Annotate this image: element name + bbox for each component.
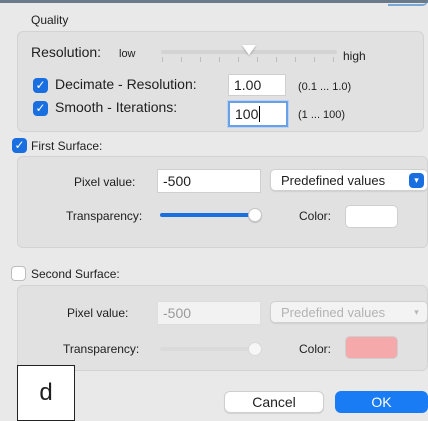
chevron-down-icon: ▾ — [409, 173, 424, 188]
slider-tick — [238, 57, 239, 62]
first-transparency-fill — [160, 213, 256, 217]
smooth-input-value: 100 — [235, 106, 259, 122]
resolution-high-label: high — [343, 49, 366, 63]
slider-tick — [314, 57, 315, 62]
first-surface-label: First Surface: — [31, 139, 103, 153]
first-predefined-label: Predefined values — [281, 172, 386, 188]
cancel-button[interactable]: Cancel — [224, 391, 324, 413]
window-top-edge — [0, 0, 428, 3]
first-transparency-slider[interactable] — [160, 206, 263, 224]
slider-tick — [295, 57, 296, 62]
first-pixel-value-input[interactable]: -500 — [157, 169, 261, 193]
first-color-label: Color: — [299, 209, 332, 223]
first-pixel-value-label: Pixel value: — [74, 175, 136, 189]
second-surface-label: Second Surface: — [31, 267, 120, 281]
first-transparency-label: Transparency: — [66, 209, 143, 223]
resolution-slider[interactable] — [161, 43, 337, 65]
checkmark-icon: ✓ — [14, 138, 25, 152]
smooth-checkbox[interactable]: ✓ — [33, 101, 48, 116]
decimate-input[interactable]: 1.00 — [228, 74, 286, 96]
second-transparency-thumb[interactable] — [248, 342, 262, 356]
second-surface-checkbox[interactable] — [11, 266, 26, 281]
first-predefined-select[interactable]: Predefined values ▾ — [270, 169, 428, 191]
decimate-label: Decimate - Resolution: — [55, 76, 197, 92]
second-color-swatch[interactable] — [345, 336, 398, 359]
decimate-checkbox[interactable]: ✓ — [33, 78, 48, 93]
first-surface-checkbox[interactable]: ✓ — [12, 138, 27, 153]
quality-group-title: Quality — [31, 13, 69, 27]
checkmark-icon: ✓ — [35, 101, 46, 115]
second-pixel-value-label: Pixel value: — [67, 306, 129, 320]
first-color-swatch[interactable] — [345, 205, 398, 228]
second-transparency-label: Transparency: — [63, 342, 140, 356]
second-predefined-select[interactable]: Predefined values ▾ — [270, 301, 428, 323]
second-transparency-track — [160, 347, 256, 351]
slider-tick — [200, 57, 201, 62]
slider-tick — [257, 57, 258, 62]
smooth-label: Smooth - Iterations: — [55, 99, 178, 115]
first-transparency-thumb[interactable] — [248, 208, 262, 222]
figure-panel-letter: d — [17, 365, 75, 421]
slider-tick — [276, 57, 277, 62]
resolution-low-label: low — [119, 48, 136, 60]
smooth-range: (1 ... 100) — [298, 109, 346, 121]
window-corner-accent — [388, 0, 428, 6]
smooth-input[interactable]: 100 — [228, 101, 288, 127]
slider-tick — [219, 57, 220, 62]
second-pixel-value-input[interactable]: -500 — [157, 301, 261, 325]
text-caret — [259, 106, 261, 122]
second-predefined-label: Predefined values — [281, 304, 386, 320]
decimate-range: (0.1 ... 1.0) — [298, 81, 352, 93]
chevron-down-icon: ▾ — [414, 307, 419, 317]
slider-tick — [181, 57, 182, 62]
checkmark-icon: ✓ — [35, 78, 46, 92]
ok-button[interactable]: OK — [335, 391, 428, 413]
second-color-label: Color: — [299, 342, 332, 356]
slider-tick — [333, 57, 334, 62]
resolution-label: Resolution: — [31, 44, 102, 60]
slider-tick — [162, 57, 163, 62]
second-transparency-slider[interactable] — [160, 340, 263, 358]
resolution-slider-thumb[interactable] — [242, 45, 256, 55]
